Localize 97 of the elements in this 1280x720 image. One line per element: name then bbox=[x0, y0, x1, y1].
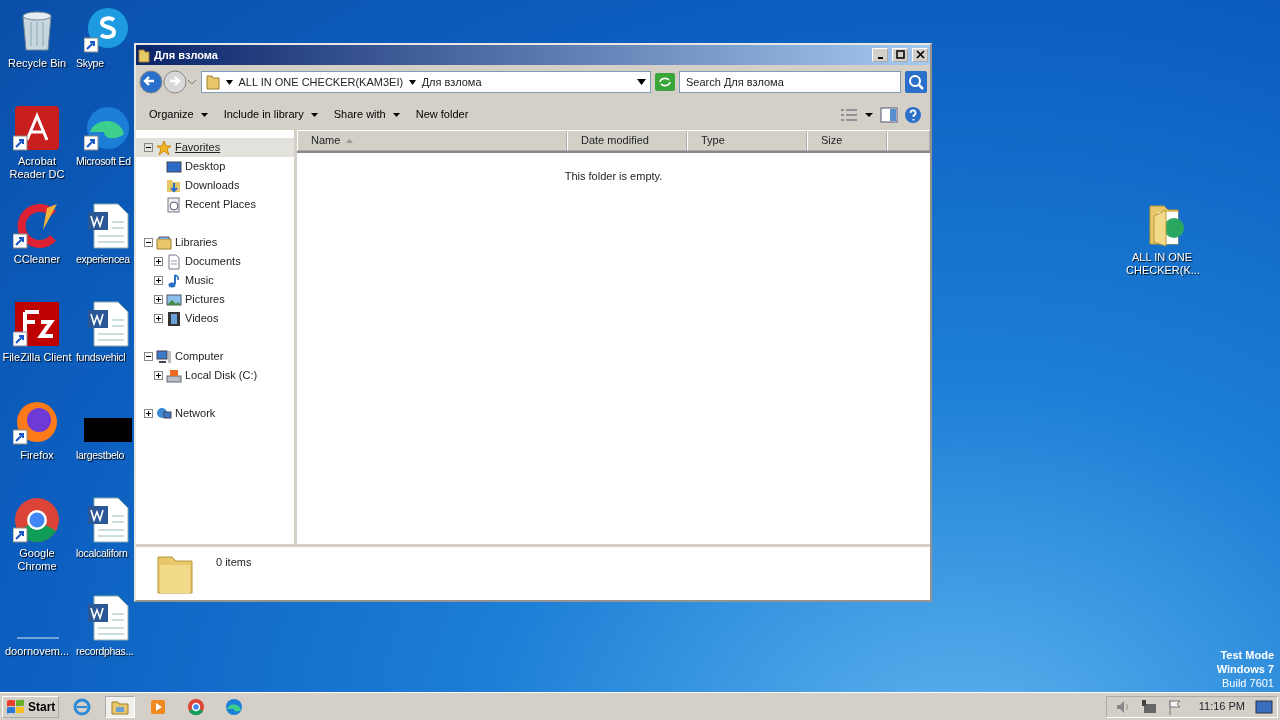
play-icon bbox=[149, 697, 168, 716]
tree-item[interactable]: Libraries bbox=[136, 233, 294, 252]
search-button[interactable] bbox=[905, 71, 927, 93]
windows-logo-icon bbox=[6, 697, 26, 716]
tree-item[interactable]: Pictures bbox=[136, 290, 294, 309]
document-icon bbox=[166, 253, 182, 270]
column-header[interactable]: Size bbox=[807, 130, 887, 151]
system-notice-text: Test Mode bbox=[1219, 648, 1274, 662]
expand-toggle[interactable] bbox=[154, 295, 163, 304]
caret-icon[interactable] bbox=[864, 111, 874, 118]
folder-icon bbox=[206, 74, 220, 90]
help-button[interactable] bbox=[904, 105, 922, 124]
desktop-icon[interactable]: Firefox bbox=[0, 398, 74, 496]
system-notice-text: Windows 7 bbox=[1216, 662, 1274, 676]
film-strip-icon bbox=[166, 310, 182, 327]
caret-icon[interactable] bbox=[226, 79, 233, 85]
breadcrumb-item[interactable]: ALL IN ONE CHECKER(KAM3EI) bbox=[238, 73, 404, 91]
tree-item[interactable]: Local Disk (C:) bbox=[136, 366, 294, 385]
minimize-button[interactable] bbox=[872, 48, 888, 62]
desktop-icon[interactable]: localcaliforn bbox=[74, 496, 134, 594]
dropdown-arrow-icon[interactable] bbox=[637, 79, 646, 85]
desktop-icon[interactable]: CCleaner bbox=[0, 202, 74, 300]
forward-button[interactable] bbox=[163, 70, 187, 94]
refresh-button[interactable] bbox=[655, 73, 675, 91]
desktop-icon[interactable]: Recycle Bin bbox=[0, 6, 74, 104]
computer-icon bbox=[156, 348, 172, 365]
desktop-icon[interactable]: largestbelo bbox=[74, 398, 134, 496]
expand-toggle[interactable] bbox=[144, 409, 153, 418]
desktop-icon[interactable]: Acrobat Reader DC bbox=[0, 104, 74, 202]
column-header[interactable]: Type bbox=[687, 130, 807, 151]
start-button[interactable]: Start bbox=[2, 695, 60, 718]
expand-toggle[interactable] bbox=[154, 371, 163, 380]
toolbar-button[interactable]: Include in library bbox=[218, 104, 323, 125]
taskbar-button[interactable] bbox=[105, 695, 136, 718]
collapse-toggle[interactable] bbox=[144, 143, 153, 152]
tree-item[interactable]: Network bbox=[136, 404, 294, 423]
monitor-icon bbox=[166, 158, 182, 175]
minimize-icon bbox=[877, 57, 883, 59]
window-title: Для взлома bbox=[154, 47, 219, 63]
show-desktop-button[interactable] bbox=[1255, 698, 1273, 715]
download-folder-icon bbox=[166, 177, 182, 194]
music-note-icon bbox=[166, 272, 182, 289]
library-folder-icon bbox=[156, 234, 172, 251]
tree-item[interactable]: Recent Places bbox=[136, 195, 294, 214]
round-browser-icon[interactable] bbox=[13, 496, 61, 544]
back-button[interactable] bbox=[139, 70, 163, 94]
desktop-icon[interactable]: doornovem... bbox=[0, 594, 74, 692]
close-icon bbox=[914, 50, 926, 60]
collapse-toggle[interactable] bbox=[144, 238, 153, 247]
globe-network-icon bbox=[156, 405, 172, 422]
tree-item[interactable]: Downloads bbox=[136, 176, 294, 195]
item-count-text: 0 items bbox=[216, 554, 252, 570]
desktop-icon[interactable]: ALL IN ONE CHECKER(K... bbox=[1122, 200, 1202, 277]
pdf-app-icon[interactable] bbox=[13, 104, 61, 152]
toolbar-button[interactable]: Share with bbox=[328, 104, 405, 125]
clock-document-icon bbox=[166, 196, 182, 213]
toolbar-button[interactable]: New folder bbox=[410, 104, 474, 125]
round-browser-icon bbox=[187, 697, 206, 716]
tree-item[interactable]: Desktop bbox=[136, 157, 294, 176]
clock-text[interactable]: 11:16 PM bbox=[1198, 698, 1245, 715]
search-field[interactable]: Search Для взлома bbox=[679, 71, 901, 93]
network-icon[interactable] bbox=[1141, 698, 1158, 715]
landscape-picture-icon bbox=[166, 291, 182, 308]
hard-drive-icon bbox=[166, 367, 182, 384]
breadcrumb-item[interactable]: Для взлома bbox=[421, 73, 482, 91]
system-notice-text: Build 7601 bbox=[1221, 676, 1274, 690]
folder-icon bbox=[138, 47, 150, 63]
desktop-icon[interactable]: Google Chrome bbox=[0, 496, 74, 594]
maximize-button[interactable] bbox=[892, 48, 908, 62]
desktop-icon[interactable]: experienceа bbox=[74, 202, 134, 300]
ftp-app-icon[interactable] bbox=[13, 300, 61, 348]
wave-browser-icon[interactable] bbox=[84, 104, 132, 152]
tree-item[interactable]: Computer bbox=[136, 347, 294, 366]
expand-toggle[interactable] bbox=[154, 257, 163, 266]
wave-browser-icon bbox=[225, 697, 244, 716]
column-header[interactable]: Date modified bbox=[567, 130, 687, 151]
maximize-icon bbox=[894, 50, 906, 60]
close-button[interactable] bbox=[912, 48, 928, 62]
e-browser-icon bbox=[73, 697, 92, 716]
tree-item[interactable]: Videos bbox=[136, 309, 294, 328]
desktop-icon[interactable]: recordphas... bbox=[74, 594, 134, 692]
empty-folder-message: This folder is empty. bbox=[563, 169, 664, 184]
desktop-icon[interactable]: fundsvehicl bbox=[74, 300, 134, 398]
tree-item[interactable]: Favorites bbox=[136, 138, 294, 157]
tree-item[interactable]: Music bbox=[136, 271, 294, 290]
caret-icon[interactable] bbox=[409, 79, 417, 85]
desktop-icon[interactable]: FileZilla Client bbox=[0, 300, 74, 398]
expand-toggle[interactable] bbox=[154, 314, 163, 323]
tree-item[interactable]: Documents bbox=[136, 252, 294, 271]
desktop-icon[interactable]: Skype bbox=[74, 6, 134, 104]
preview-pane-button[interactable] bbox=[880, 106, 898, 123]
star-icon bbox=[156, 139, 172, 156]
expand-toggle[interactable] bbox=[154, 276, 163, 285]
collapse-toggle[interactable] bbox=[144, 352, 153, 361]
column-header[interactable]: Name bbox=[297, 130, 567, 151]
desktop-icon[interactable]: Microsoft Ed bbox=[74, 104, 134, 202]
toolbar-button[interactable]: Organize bbox=[144, 104, 213, 125]
